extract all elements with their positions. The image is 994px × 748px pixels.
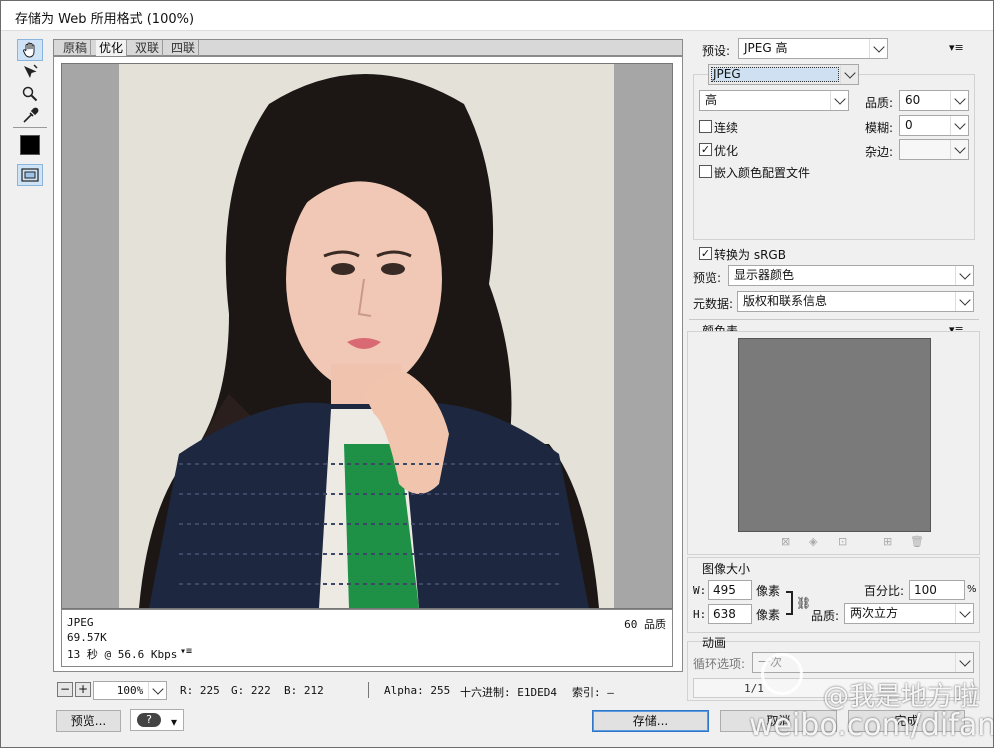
toggle-slices-icon[interactable] <box>17 164 43 186</box>
zoom-level-select[interactable]: 100% <box>93 681 167 700</box>
watermark-url: weibo.com/difangla <box>749 708 993 743</box>
save-for-web-dialog: 存储为 Web 所用格式 (100%) 原稿 优化 双联 四联 JPEG 69.… <box>0 0 994 748</box>
readout-red: R: 225 <box>180 684 220 697</box>
width-label: W: <box>693 584 707 597</box>
window-title: 存储为 Web 所用格式 (100%) <box>15 12 195 27</box>
animation-title: 动画 <box>702 636 727 650</box>
readout-alpha: Alpha: 255 <box>384 684 451 697</box>
blur-input[interactable]: 0 <box>899 115 969 136</box>
blur-value: 0 <box>905 118 913 132</box>
percent-input[interactable]: 100 <box>909 580 965 600</box>
web-shift-icon[interactable]: ◈ <box>809 535 817 548</box>
weibo-logo <box>761 653 803 695</box>
slice-select-tool-icon[interactable] <box>17 61 43 83</box>
progressive-label: 连续 <box>714 121 739 135</box>
eyedropper-color-swatch[interactable] <box>17 134 43 156</box>
width-unit: 像素 <box>756 584 781 598</box>
height-input[interactable]: 638 <box>708 604 752 624</box>
zoom-tool-icon[interactable] <box>17 83 43 105</box>
optimized-checkbox[interactable]: ✓ <box>699 143 712 156</box>
quality-input[interactable]: 60 <box>899 90 969 111</box>
optimized-label: 优化 <box>714 144 739 158</box>
preset-label: 预设: <box>702 44 731 58</box>
percent-label: 百分比: <box>864 584 905 598</box>
info-format: JPEG <box>67 616 94 629</box>
embed-profile-checkbox[interactable] <box>699 165 712 178</box>
info-download-time: 13 秒 @ 56.6 Kbps <box>67 648 178 661</box>
quality-value: 60 <box>905 93 921 107</box>
metadata-select[interactable]: 版权和联系信息 <box>737 291 974 312</box>
height-unit: 像素 <box>756 608 781 622</box>
readout-green: G: 222 <box>231 684 271 697</box>
preview-label: 预览: <box>693 271 722 285</box>
blur-label: 模糊: <box>865 121 894 135</box>
progressive-checkbox[interactable] <box>699 120 712 133</box>
preview-image[interactable] <box>119 64 614 608</box>
title-bar: 存储为 Web 所用格式 (100%) <box>1 1 993 31</box>
tab-original[interactable]: 原稿 <box>60 40 92 56</box>
readout-blue: B: 212 <box>284 684 324 697</box>
resample-select[interactable]: 两次立方 <box>844 603 974 624</box>
link-icon[interactable]: ⛓ <box>796 596 811 610</box>
frame-counter: 1/1 <box>744 682 764 695</box>
resample-value: 两次立方 <box>850 606 899 620</box>
width-input[interactable]: 495 <box>708 580 752 600</box>
info-file-size: 69.57K <box>67 631 107 644</box>
file-format-select[interactable]: JPEG <box>708 64 859 85</box>
preset-select[interactable]: JPEG 高 <box>738 38 888 59</box>
tab-2up[interactable]: 双联 <box>132 40 164 56</box>
save-button[interactable]: 存储... <box>592 710 709 732</box>
hand-tool-icon[interactable] <box>17 39 43 61</box>
preview-in-browser-button[interactable]: 预览... <box>56 710 121 732</box>
tools-divider <box>13 127 47 128</box>
quality-label: 品质: <box>865 96 894 110</box>
info-menu-icon[interactable]: ▾≡ <box>180 646 192 657</box>
status-divider <box>368 682 369 698</box>
percent-sign: % <box>967 584 977 595</box>
quality-level-value: 高 <box>705 93 718 107</box>
zoom-in-button[interactable]: + <box>75 682 91 697</box>
file-format-value: JPEG <box>713 67 741 81</box>
info-quality: 60 品质 <box>624 618 666 631</box>
browser-select[interactable]: ? ▾ <box>130 709 184 731</box>
matte-select[interactable] <box>899 139 969 160</box>
help-icon: ? <box>137 713 161 727</box>
quality-level-select[interactable]: 高 <box>699 90 849 111</box>
color-table-swatches[interactable] <box>738 338 931 532</box>
convert-srgb-checkbox[interactable]: ✓ <box>699 247 712 260</box>
readout-hex: 十六进制: E1DED4 <box>460 686 557 699</box>
eyedropper-tool-icon[interactable] <box>17 105 43 127</box>
embed-profile-label: 嵌入颜色配置文件 <box>714 166 811 180</box>
lock-color-icon[interactable]: ⊡ <box>838 535 847 548</box>
zoom-out-button[interactable]: − <box>57 682 73 697</box>
delete-color-icon[interactable]: 🗑 <box>910 535 924 548</box>
tab-4up[interactable]: 四联 <box>168 40 200 56</box>
loop-label: 循环选项: <box>693 657 746 671</box>
optimize-menu-icon[interactable]: ▾≡ <box>949 41 964 54</box>
matte-label: 杂边: <box>865 145 894 159</box>
optimization-info: JPEG 69.57K 13 秒 @ 56.6 Kbps ▾≡ 60 品质 <box>61 609 673 667</box>
preview-select[interactable]: 显示器颜色 <box>728 265 974 286</box>
image-size-title: 图像大小 <box>702 562 751 576</box>
convert-srgb-label: 转换为 sRGB <box>714 248 786 262</box>
metadata-label: 元数据: <box>693 297 734 311</box>
map-color-icon[interactable]: ⊠ <box>781 535 790 548</box>
zoom-level-value: 100% <box>116 684 144 697</box>
metadata-value: 版权和联系信息 <box>743 294 828 308</box>
new-color-icon[interactable]: ⊞ <box>883 535 892 548</box>
readout-index: 索引: — <box>572 686 614 699</box>
constrain-bracket <box>786 591 793 615</box>
view-tabs: 原稿 优化 双联 四联 <box>53 39 683 56</box>
preview-value: 显示器颜色 <box>734 268 795 282</box>
height-label: H: <box>693 608 707 621</box>
color-table-divider <box>689 319 979 320</box>
tab-optimized[interactable]: 优化 <box>96 40 128 56</box>
preset-value: JPEG 高 <box>744 41 788 55</box>
chevron-down-icon: ▾ <box>170 715 178 729</box>
resample-label: 品质: <box>811 609 840 623</box>
